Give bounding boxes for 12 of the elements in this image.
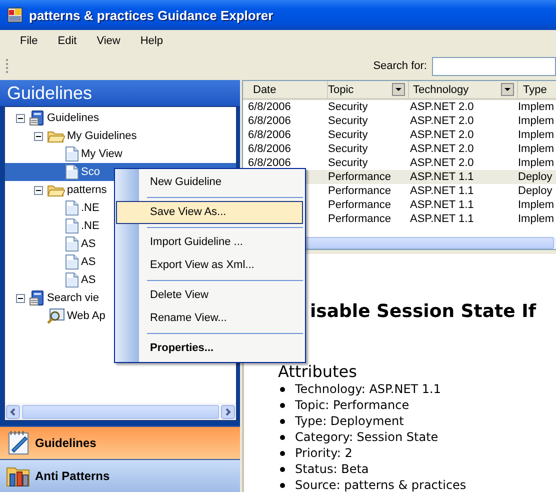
window-title: patterns & practices Guidance Explorer — [29, 8, 274, 22]
attribute-text: Type: Deployment — [295, 414, 404, 428]
document-title: isable Session State If — [310, 301, 538, 322]
attribute-text: Status: Beta — [295, 462, 369, 476]
attribute-text: Topic: Performance — [295, 398, 410, 412]
attribute-text: Category: Session State — [295, 430, 438, 444]
attribute-text: Priority: 2 — [295, 446, 352, 460]
attribute-text: Source: patterns & practices — [295, 478, 466, 492]
search-label: Search for: — [373, 60, 427, 72]
attribute-text: Technology: ASP.NET 1.1 — [295, 382, 441, 396]
panel-header: Guidelines — [0, 80, 240, 106]
section-heading: Attributes — [278, 362, 358, 381]
